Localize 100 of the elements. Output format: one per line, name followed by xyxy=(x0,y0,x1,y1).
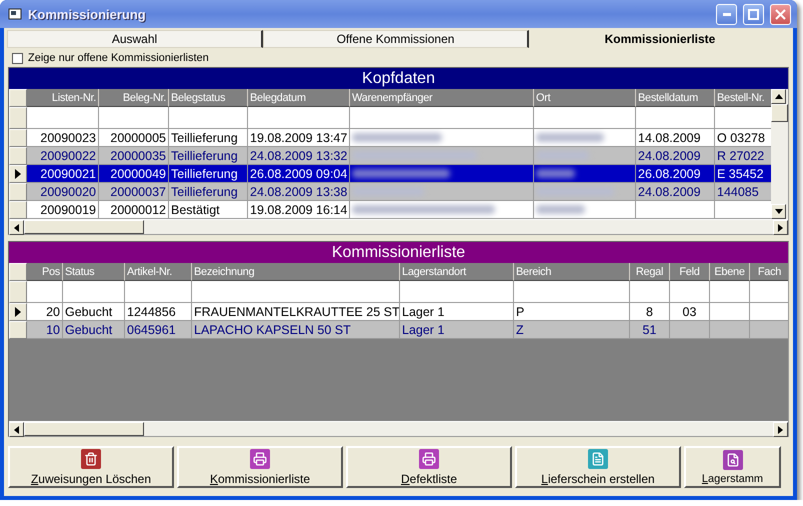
arrow-right-icon xyxy=(778,224,783,232)
table-cell: 20000012 xyxy=(99,201,169,219)
tab[interactable]: Auswahl xyxy=(7,30,263,48)
filter-cell[interactable] xyxy=(670,281,710,303)
filter-cell[interactable] xyxy=(99,107,169,129)
filter-cell[interactable] xyxy=(534,107,636,129)
filter-cell[interactable] xyxy=(169,107,248,129)
arrow-left-icon xyxy=(14,426,19,434)
trash-icon xyxy=(81,448,101,468)
table-cell: LAPACHO KAPSELN 50 ST xyxy=(192,321,400,339)
column-header[interactable]: Regal xyxy=(630,263,670,281)
table-cell: 26.08.2009 09:04 xyxy=(248,165,350,183)
scroll-thumb[interactable] xyxy=(24,422,144,436)
table-cell: 20000049 xyxy=(99,165,169,183)
arrow-down-icon xyxy=(774,209,782,214)
table-cell: O 03278 xyxy=(715,129,771,147)
action-button[interactable]: Kommissionierliste xyxy=(177,446,343,488)
column-header[interactable]: Listen-Nr. xyxy=(27,89,99,107)
scroll-left-button[interactable] xyxy=(9,422,24,437)
filter-cell[interactable] xyxy=(192,281,400,303)
printer-icon xyxy=(419,448,439,468)
grid-title: Kopfdaten xyxy=(9,68,788,89)
filter-cell[interactable] xyxy=(63,281,125,303)
column-header[interactable]: Status xyxy=(63,263,125,281)
filter-cell[interactable] xyxy=(710,281,750,303)
table-cell: 8 xyxy=(630,303,670,321)
row-pointer-icon xyxy=(15,169,21,179)
minimize-icon xyxy=(722,12,730,16)
column-header[interactable]: Belegdatum xyxy=(248,89,350,107)
row-selector xyxy=(9,107,27,129)
column-header[interactable]: Bestelldatum xyxy=(636,89,715,107)
action-button[interactable]: Lagerstamm xyxy=(684,446,781,488)
scroll-left-button[interactable] xyxy=(9,220,24,235)
table-cell: 26.08.2009 xyxy=(636,165,715,183)
column-header[interactable]: Ort xyxy=(534,89,636,107)
table-cell: Z xyxy=(514,321,630,339)
column-header[interactable]: Bezeichnung xyxy=(192,263,400,281)
filter-cell[interactable] xyxy=(27,107,99,129)
close-button[interactable] xyxy=(770,4,791,24)
table-cell: 20090019 xyxy=(27,201,99,219)
column-header[interactable]: Ebene xyxy=(710,263,750,281)
action-button[interactable]: Lieferschein erstellen xyxy=(515,446,681,488)
column-header[interactable]: Pos xyxy=(27,263,63,281)
vertical-scrollbar[interactable] xyxy=(771,89,788,219)
column-header[interactable]: Feld xyxy=(670,263,710,281)
column-header[interactable]: Artikel-Nr. xyxy=(125,263,192,281)
filter-cell[interactable] xyxy=(27,281,63,303)
action-button[interactable]: Zuweisungen Löschen xyxy=(8,446,174,488)
filter-cell[interactable] xyxy=(125,281,192,303)
horizontal-scrollbar[interactable] xyxy=(9,421,788,436)
filter-cell[interactable] xyxy=(350,107,534,129)
maximize-button[interactable] xyxy=(743,4,764,24)
tab[interactable]: Offene Kommissionen xyxy=(263,30,529,48)
scroll-thumb[interactable] xyxy=(24,220,144,234)
table-cell: Lager 1 xyxy=(400,303,514,321)
filter-cell[interactable] xyxy=(400,281,514,303)
scroll-up-button[interactable] xyxy=(771,89,786,104)
filter-cell[interactable] xyxy=(514,281,630,303)
table-cell: 24.08.2009 xyxy=(636,147,715,165)
column-header[interactable]: Beleg-Nr. xyxy=(99,89,169,107)
close-icon xyxy=(775,8,786,20)
table-cell: 24.08.2009 13:38 xyxy=(248,183,350,201)
checkbox[interactable] xyxy=(12,52,23,64)
row-selector xyxy=(9,263,27,281)
table-cell: 20 xyxy=(27,303,63,321)
table-cell: 20090022 xyxy=(27,147,99,165)
horizontal-scrollbar[interactable] xyxy=(9,219,788,234)
table-cell: 03 xyxy=(670,303,710,321)
filter-cell[interactable] xyxy=(630,281,670,303)
checkbox-label: Zeige nur offene Kommissionierlisten xyxy=(28,52,209,64)
scroll-right-button[interactable] xyxy=(773,422,788,437)
filter-cell[interactable] xyxy=(715,107,771,129)
column-header[interactable]: Warenempfänger xyxy=(350,89,534,107)
arrow-right-icon xyxy=(778,426,783,434)
scroll-thumb[interactable] xyxy=(771,104,788,122)
table-cell: 20090020 xyxy=(27,183,99,201)
table-cell: Teillieferung xyxy=(169,183,248,201)
action-button[interactable]: Defektliste xyxy=(346,446,512,488)
table-cell: 19.08.2009 13:47 xyxy=(248,129,350,147)
document-search-icon xyxy=(722,450,742,470)
table-cell: 20000005 xyxy=(99,129,169,147)
arrow-left-icon xyxy=(14,224,19,232)
scroll-down-button[interactable] xyxy=(771,204,786,219)
row-pointer-icon xyxy=(15,307,21,317)
table-cell: Teillieferung xyxy=(169,147,248,165)
row-selector[interactable] xyxy=(9,303,27,321)
table-cell: 0645961 xyxy=(125,321,192,339)
scroll-right-button[interactable] xyxy=(773,220,788,235)
table-cell: R 27022 xyxy=(715,147,771,165)
filter-cell[interactable] xyxy=(248,107,350,129)
filter-cell[interactable] xyxy=(636,107,715,129)
table-cell: Gebucht xyxy=(63,321,125,339)
column-header[interactable]: Belegstatus xyxy=(169,89,248,107)
table-cell: Lager 1 xyxy=(400,321,514,339)
row-selector[interactable] xyxy=(9,165,27,183)
minimize-button[interactable] xyxy=(716,4,737,24)
filter-cell[interactable] xyxy=(750,281,788,303)
grid-title: Kommissionierliste xyxy=(9,242,788,263)
column-header[interactable]: Lagerstandort xyxy=(400,263,514,281)
column-header[interactable]: Bereich xyxy=(514,263,630,281)
